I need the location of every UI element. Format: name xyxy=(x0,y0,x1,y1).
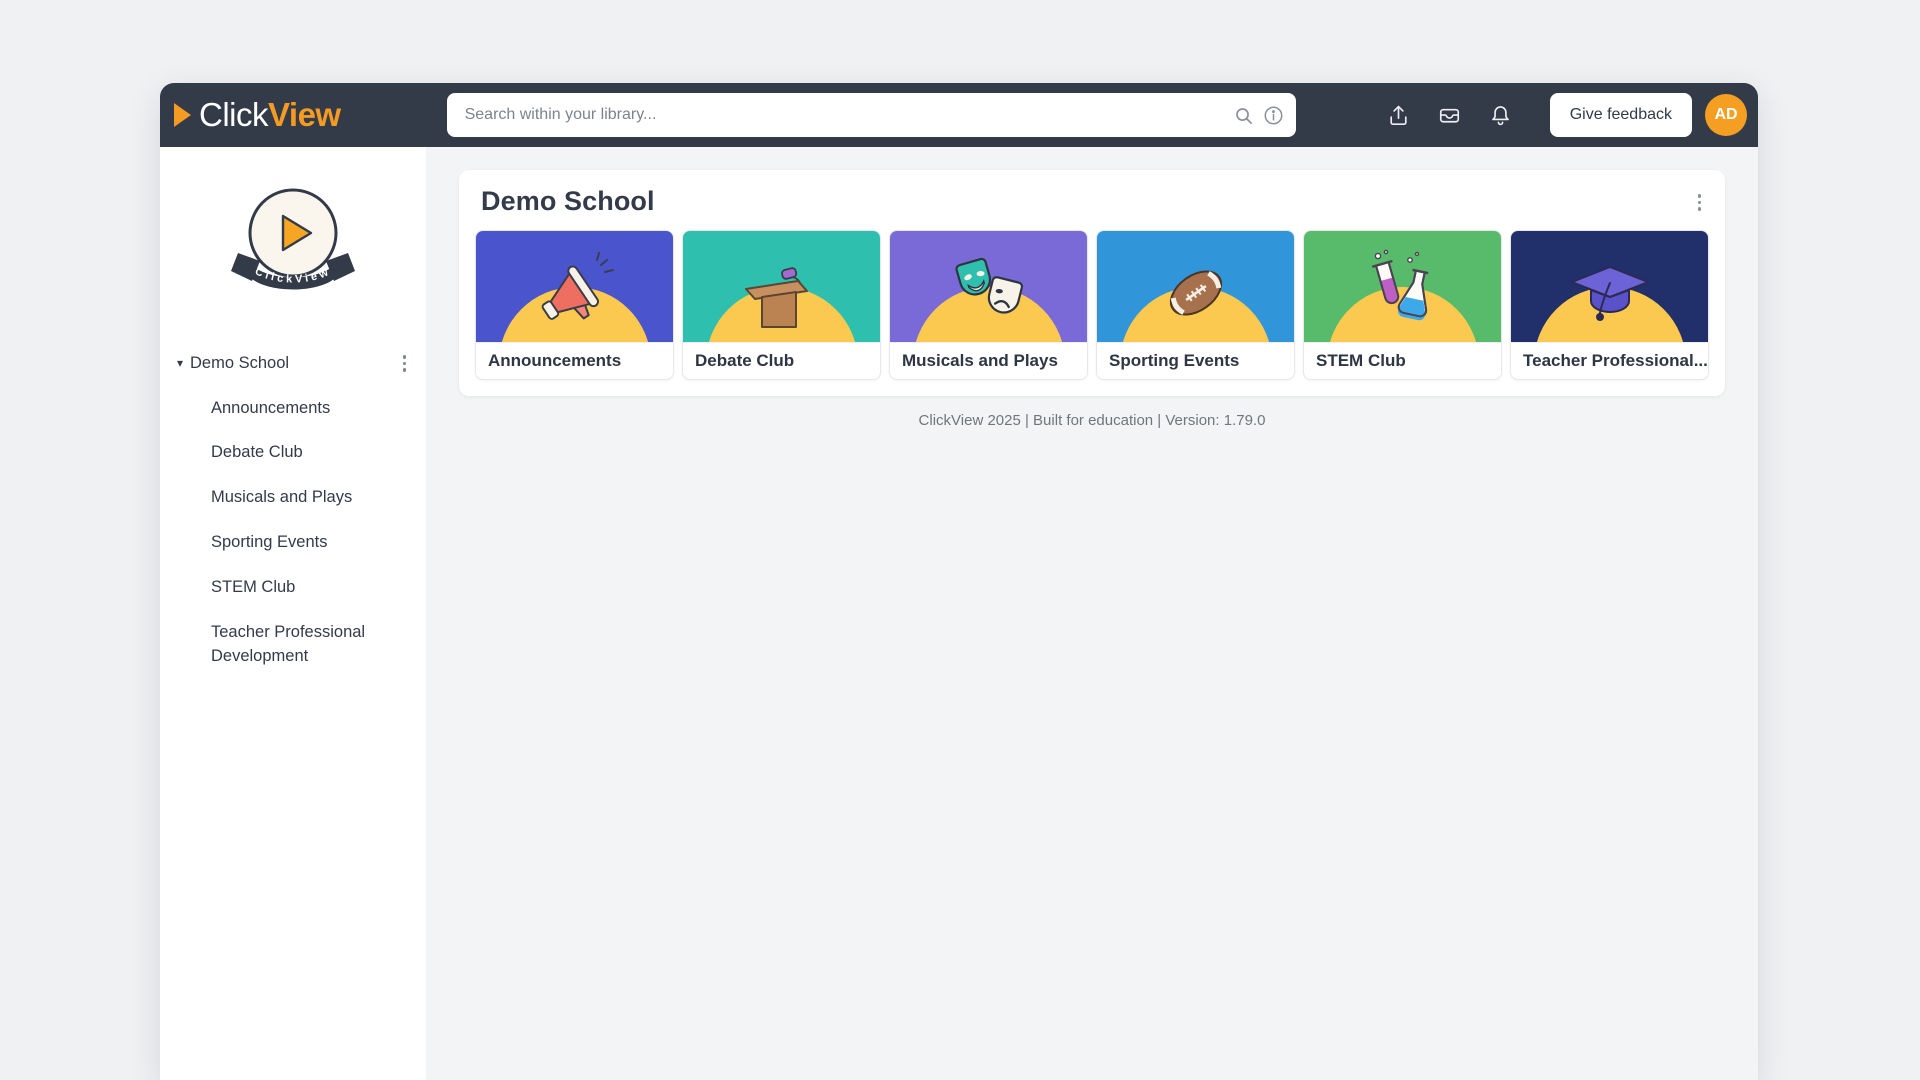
demo-school-panel: Demo School xyxy=(459,170,1725,396)
page-title: Demo School xyxy=(481,186,655,217)
sidebar-item-sporting-events[interactable]: Sporting Events xyxy=(211,531,396,555)
card-label: Musicals and Plays xyxy=(890,342,1087,379)
inbox-icon[interactable] xyxy=(1424,94,1475,137)
sidebar-item-teacher-professional-development[interactable]: Teacher Professional Development xyxy=(211,621,396,669)
card-label: Teacher Professional... xyxy=(1511,342,1708,379)
sidebar-item-announcements[interactable]: Announcements xyxy=(211,397,396,421)
card-banner xyxy=(890,231,1087,342)
library-tree: ▾ Demo School Announcements Debate Club … xyxy=(160,351,426,669)
tree-root-label: Demo School xyxy=(190,354,397,373)
card-label: STEM Club xyxy=(1304,342,1501,379)
card-debate-club[interactable]: Debate Club xyxy=(682,230,881,380)
avatar[interactable]: AD xyxy=(1705,94,1747,136)
card-banner xyxy=(476,231,673,342)
app-window: ClickView xyxy=(160,83,1758,1080)
tree-items: Announcements Debate Club Musicals and P… xyxy=(172,397,412,669)
panel-menu-button[interactable] xyxy=(1692,190,1708,215)
card-musicals-and-plays[interactable]: Musicals and Plays xyxy=(889,230,1088,380)
card-label: Sporting Events xyxy=(1097,342,1294,379)
header-actions: Give feedback AD xyxy=(1373,93,1747,137)
card-teacher-professional-development[interactable]: Teacher Professional... xyxy=(1510,230,1709,380)
app-body: ClickView ▾ Demo School Announcements De… xyxy=(160,147,1758,1080)
card-label: Announcements xyxy=(476,342,673,379)
demo-school-menu-button[interactable] xyxy=(397,351,413,376)
clickview-logo[interactable]: ClickView xyxy=(174,96,341,134)
search-input[interactable] xyxy=(447,93,1224,137)
sidebar: ClickView ▾ Demo School Announcements De… xyxy=(160,147,426,1080)
sidebar-item-musicals-and-plays[interactable]: Musicals and Plays xyxy=(211,486,396,510)
search-icon[interactable] xyxy=(1233,105,1254,126)
app-version-footer: ClickView 2025 | Built for education | V… xyxy=(459,412,1725,429)
clickview-badge-logo: ClickView xyxy=(218,181,368,311)
info-icon[interactable] xyxy=(1263,105,1284,126)
card-sporting-events[interactable]: Sporting Events xyxy=(1096,230,1295,380)
main-content: Demo School xyxy=(426,147,1758,1080)
give-feedback-button[interactable]: Give feedback xyxy=(1550,93,1692,137)
card-banner xyxy=(1097,231,1294,342)
top-bar: ClickView xyxy=(160,83,1758,147)
megaphone-icon xyxy=(525,247,625,339)
caret-down-icon[interactable]: ▾ xyxy=(172,356,188,370)
library-cards-row: Announcements D xyxy=(475,230,1709,380)
bell-icon[interactable] xyxy=(1475,94,1526,137)
panel-header: Demo School xyxy=(475,186,1709,217)
library-search-bar xyxy=(447,93,1296,137)
card-banner xyxy=(1511,231,1708,342)
upload-icon[interactable] xyxy=(1373,94,1424,137)
sidebar-item-debate-club[interactable]: Debate Club xyxy=(211,441,396,465)
theater-masks-icon xyxy=(939,247,1039,339)
test-tubes-icon xyxy=(1353,247,1453,339)
card-announcements[interactable]: Announcements xyxy=(475,230,674,380)
lectern-icon xyxy=(732,247,832,339)
sidebar-item-demo-school[interactable]: ▾ Demo School xyxy=(172,351,412,376)
card-stem-club[interactable]: STEM Club xyxy=(1303,230,1502,380)
card-banner xyxy=(683,231,880,342)
football-icon xyxy=(1146,247,1246,339)
sidebar-item-stem-club[interactable]: STEM Club xyxy=(211,576,396,600)
play-triangle-icon xyxy=(174,103,191,127)
graduation-cap-icon xyxy=(1560,255,1660,342)
card-label: Debate Club xyxy=(683,342,880,379)
clickview-logo-text: ClickView xyxy=(199,96,341,134)
card-banner xyxy=(1304,231,1501,342)
